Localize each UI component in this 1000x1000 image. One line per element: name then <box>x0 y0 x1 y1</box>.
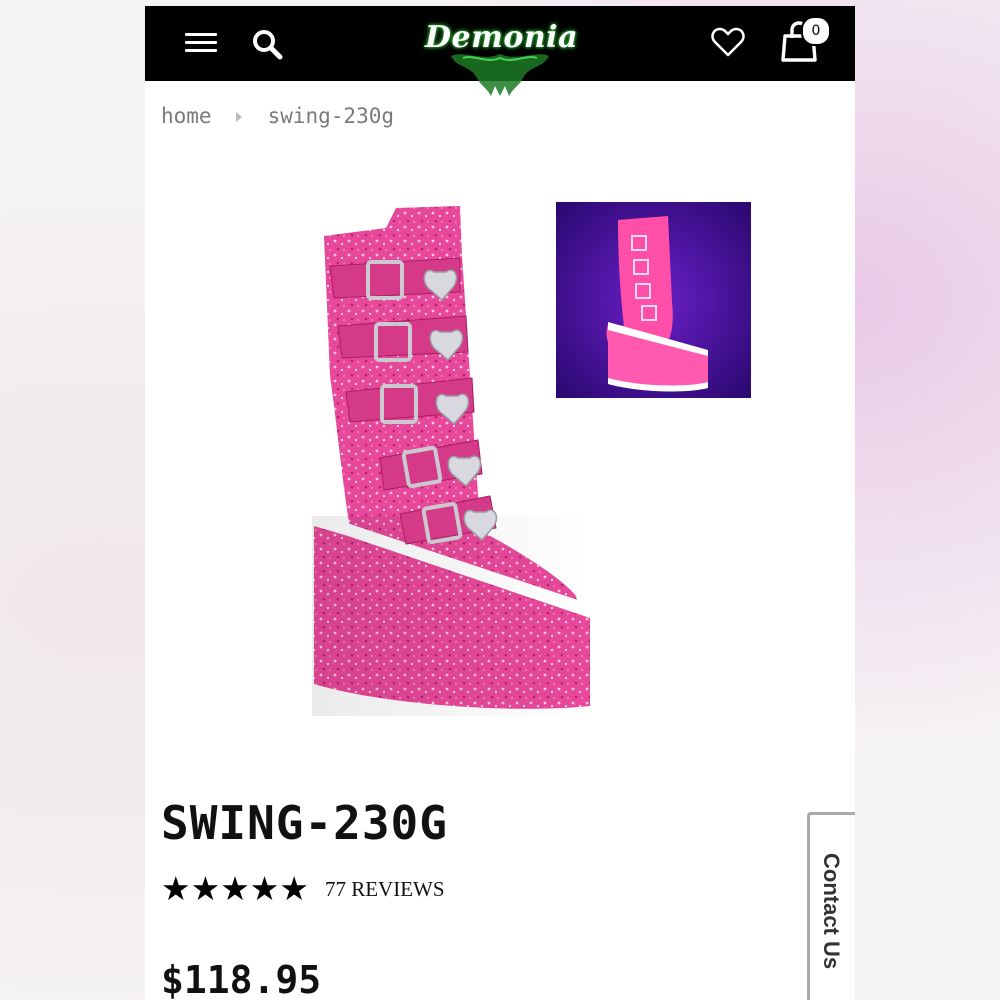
product-title: SWING-230G <box>161 796 448 850</box>
product-price: $118.95 <box>161 958 322 1000</box>
star-icon: ★ <box>249 869 280 908</box>
brand-logo[interactable]: Demonia <box>425 14 579 96</box>
contact-us-label: Contact Us <box>819 853 844 970</box>
breadcrumb-separator-icon <box>235 112 242 122</box>
star-icon: ★ <box>279 869 309 908</box>
top-navigation-bar: Demonia 0 <box>145 6 855 96</box>
product-rating: ★ ★ ★ ★ ★ 77 REVIEWS <box>161 872 445 906</box>
cart-count-badge: 0 <box>801 16 831 46</box>
star-icon: ★ <box>161 869 191 908</box>
star-icon: ★ <box>220 869 250 908</box>
search-icon[interactable] <box>249 26 285 62</box>
contact-us-tab[interactable]: Contact Us <box>807 812 855 1000</box>
rating-stars[interactable]: ★ ★ ★ ★ ★ <box>161 872 309 906</box>
star-icon: ★ <box>190 869 221 908</box>
breadcrumb-current: swing-230g <box>267 104 395 128</box>
breadcrumb: home swing-230g <box>161 104 394 128</box>
hamburger-menu-icon[interactable] <box>185 33 217 55</box>
breadcrumb-home-link[interactable]: home <box>161 104 212 128</box>
logo-text: Demonia <box>425 20 579 55</box>
reviews-link[interactable]: 77 REVIEWS <box>325 877 445 902</box>
logo-drip-graphic <box>451 54 549 96</box>
product-page: Demonia 0 home swing-230g SWING-230G ★ ★… <box>145 6 855 1000</box>
product-thumbnail-image[interactable] <box>556 202 751 398</box>
heart-icon[interactable] <box>711 26 745 58</box>
